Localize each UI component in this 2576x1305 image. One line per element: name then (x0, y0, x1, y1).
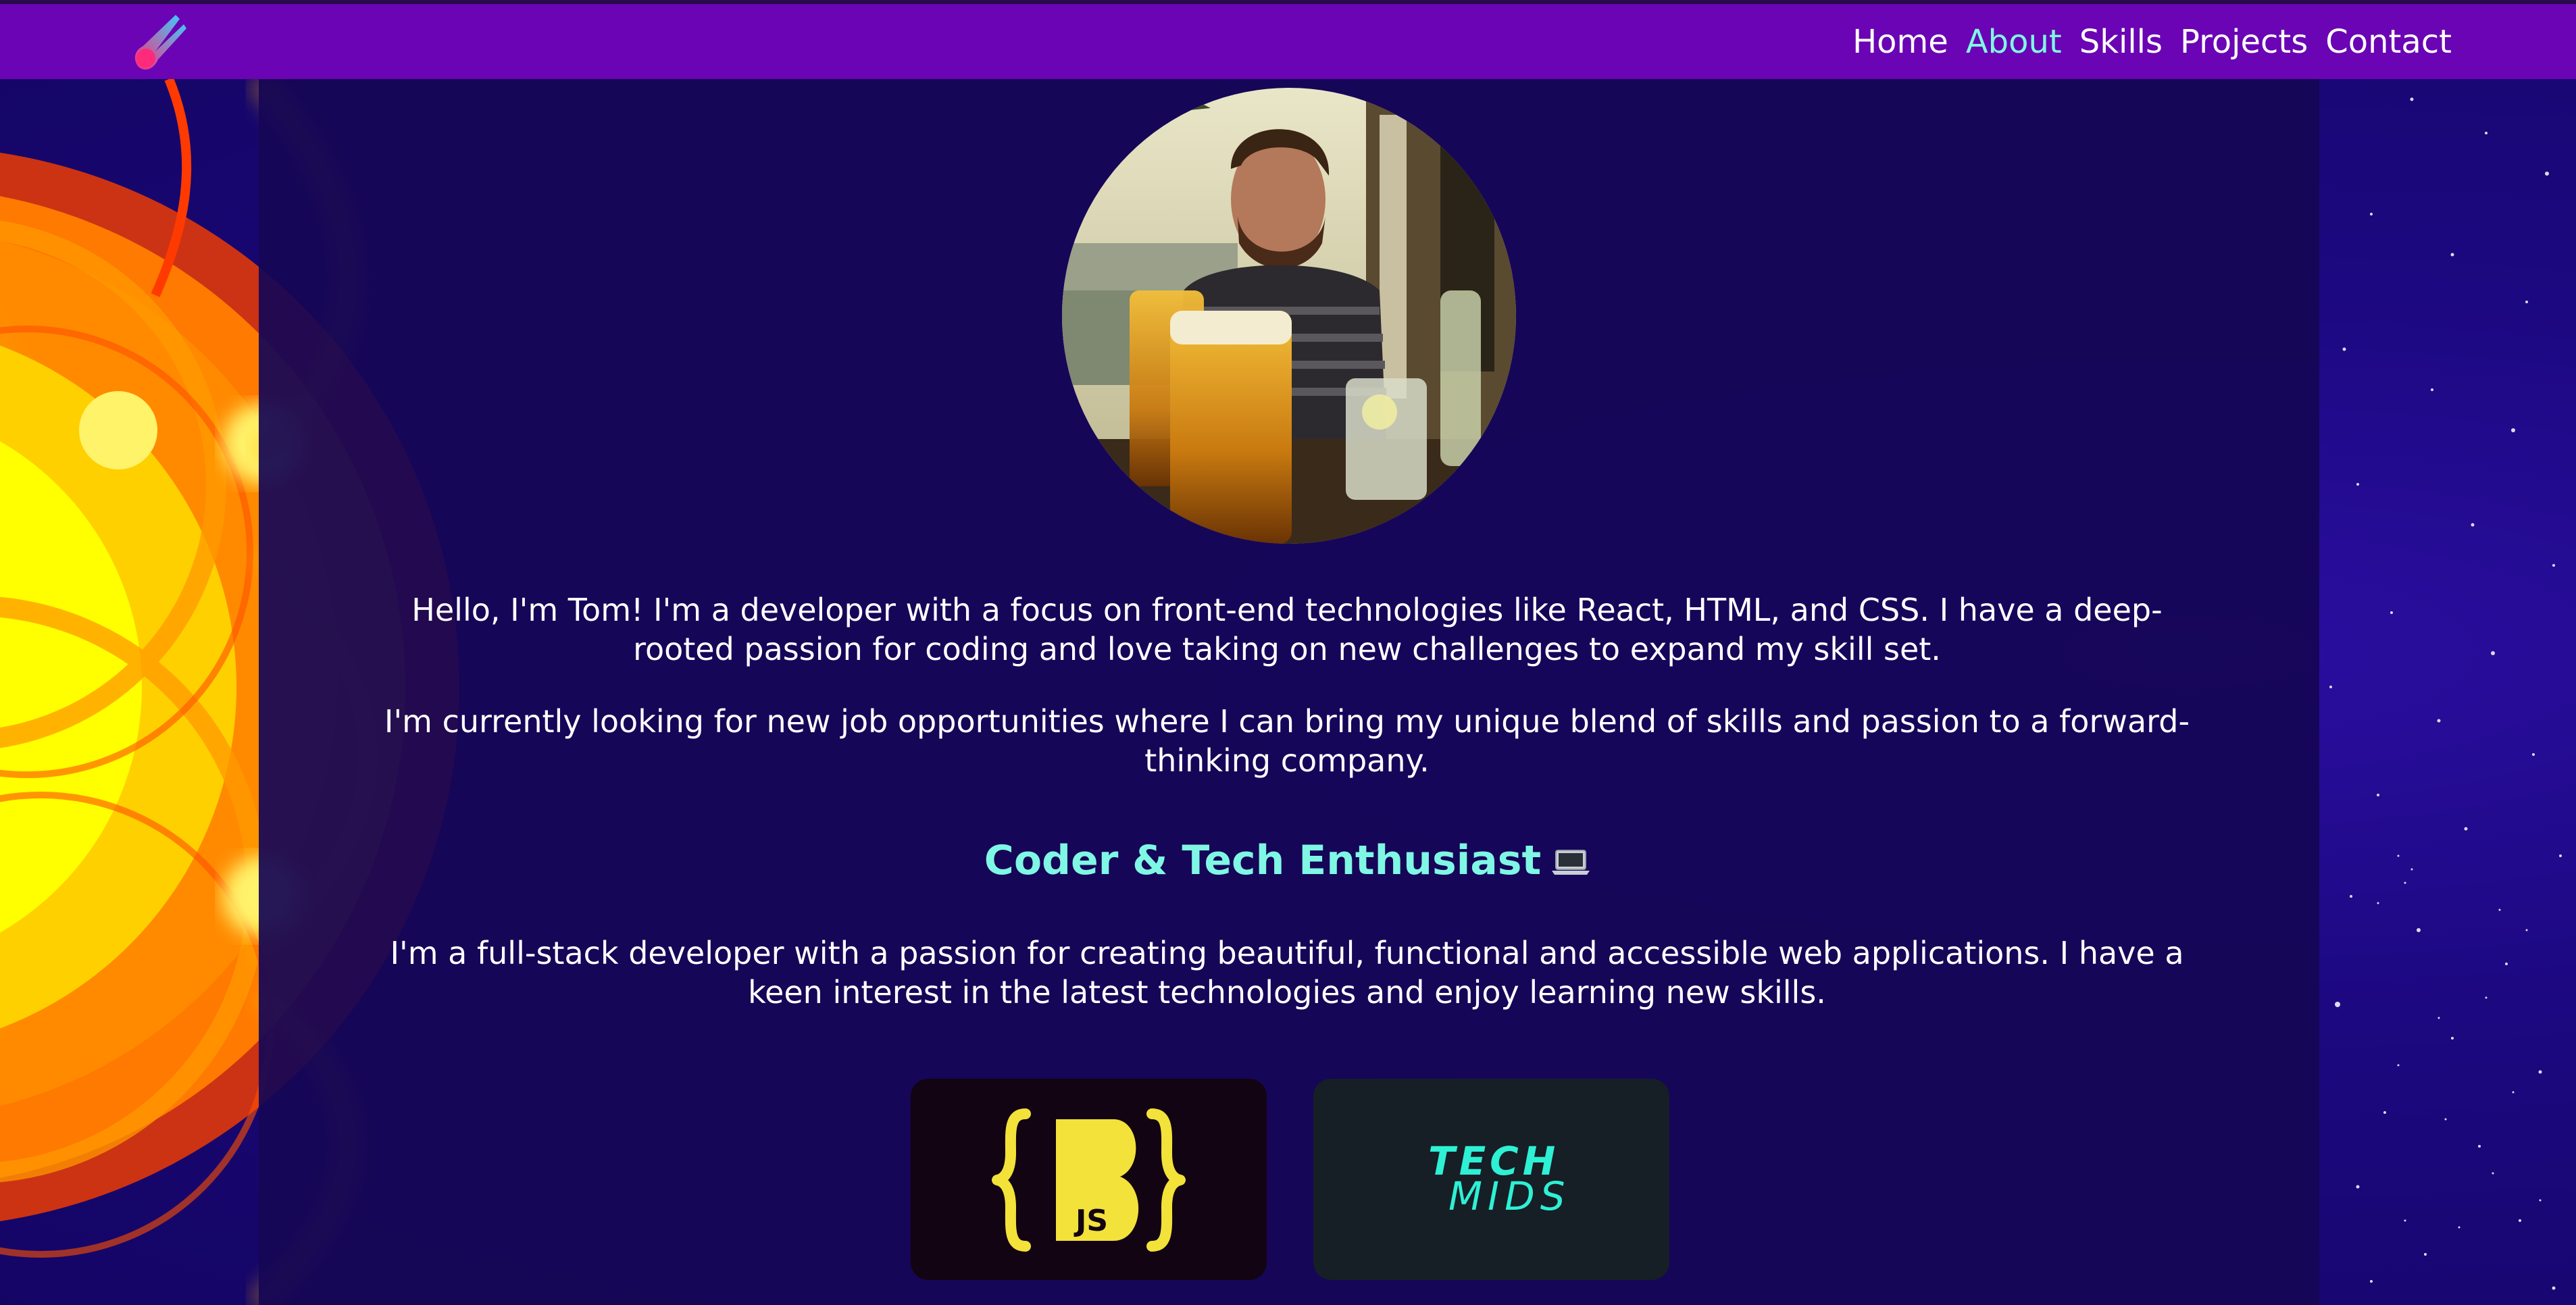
bio-paragraph: I'm a full-stack developer with a passio… (390, 935, 2184, 1010)
nav-link-skills[interactable]: Skills (2079, 23, 2163, 61)
laptop-icon (1552, 850, 1590, 875)
comet-logo-icon[interactable] (128, 11, 189, 75)
job-search-paragraph: I'm currently looking for new job opport… (384, 703, 2190, 779)
bootcamp-js-text: JS (1074, 1204, 1108, 1238)
nav-link-projects[interactable]: Projects (2180, 23, 2308, 61)
top-navbar: Home About Skills Projects Contact (0, 0, 2576, 79)
profile-photo (1062, 88, 1516, 544)
nav-links: Home About Skills Projects Contact (1852, 4, 2452, 79)
nav-link-home[interactable]: Home (1852, 23, 1948, 61)
about-heading: Coder & Tech Enthusiast (878, 832, 1697, 889)
starfield-decoration (2329, 97, 2562, 1290)
nav-link-about[interactable]: About (1966, 23, 2062, 61)
tech-mids-line2: MIDS (1448, 1173, 1571, 1219)
intro-paragraph: Hello, I'm Tom! I'm a developer with a f… (411, 592, 2163, 667)
about-heading-text: Coder & Tech Enthusiast (984, 837, 1542, 884)
tech-mids-badge[interactable]: TECH MIDS (1313, 1079, 1669, 1280)
nav-link-contact[interactable]: Contact (2325, 23, 2452, 61)
bootcamp-js-badge[interactable]: JS (911, 1079, 1267, 1280)
